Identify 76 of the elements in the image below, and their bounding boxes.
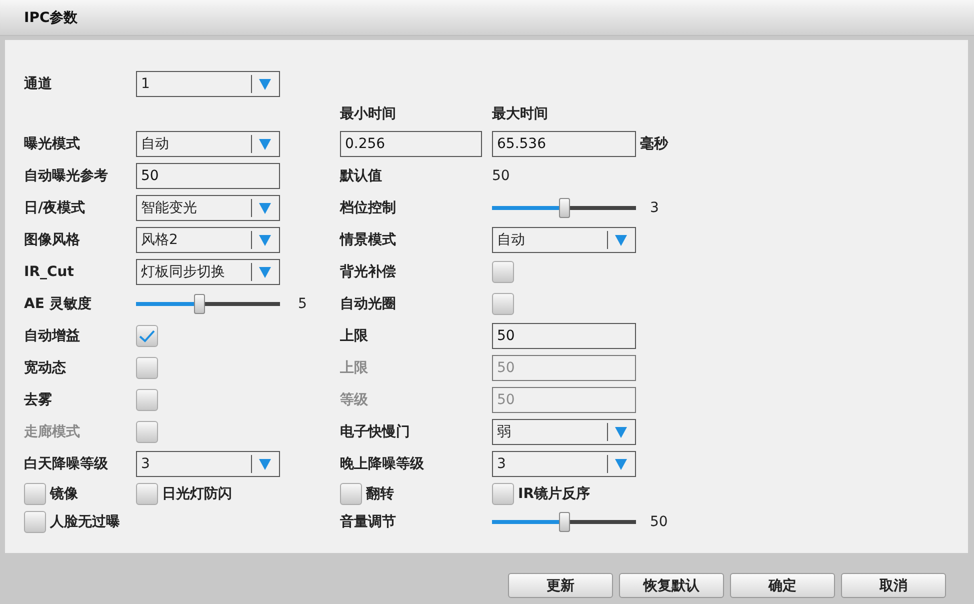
input-field[interactable]: 50 [136,163,280,189]
input-field[interactable]: 65.536 [492,131,636,157]
dropdown[interactable]: 风格2 [136,227,280,253]
checkbox[interactable] [492,261,514,283]
field-label: 电子快慢门 [340,423,411,441]
slider-thumb[interactable] [559,512,570,532]
field-label: 白天降噪等级 [24,455,109,473]
field-label: 走廊模式 [24,423,81,441]
slider-value: 50 [649,514,669,530]
column-header: 最大时间 [492,105,549,123]
input-field[interactable]: 0.256 [340,131,482,157]
field-label: 等级 [340,391,369,409]
field-label: AE 灵敏度 [24,295,92,313]
caret-icon [615,234,627,246]
field-label: 曝光模式 [24,135,81,153]
field-label: 自动光圈 [340,295,397,313]
field-label: 宽动态 [24,359,67,377]
caret-icon [615,426,627,438]
checkbox-label: 翻转 [366,485,394,503]
checkmark-icon [139,330,155,342]
dropdown[interactable]: 3 [492,451,636,477]
caret-icon [259,78,271,90]
dropdown[interactable]: 智能变光 [136,195,280,221]
field-label: 通道 [24,75,53,93]
field-label: 档位控制 [340,199,397,217]
action-button[interactable]: 恢复默认 [619,573,724,598]
slider-value: 3 [649,200,660,216]
input-field[interactable]: 50 [492,323,636,349]
field-label: 自动曝光参考 [24,167,109,185]
field-label: 情景模式 [340,231,397,249]
checkbox-label: 人脸无过曝 [50,513,120,531]
field-label: 上限 [340,359,369,377]
checkbox[interactable] [24,511,46,533]
field-label: 背光补偿 [340,263,397,281]
caret-icon [259,138,271,150]
field-label: 日/夜模式 [24,199,86,217]
checkbox-label: IR镜片反序 [518,485,590,503]
field-label: 图像风格 [24,231,81,249]
checkbox[interactable] [136,357,158,379]
column-header: 最小时间 [340,105,397,123]
checkbox[interactable] [492,293,514,315]
field-label: 默认值 [340,167,383,185]
slider-value: 5 [297,296,308,312]
caret-icon [259,202,271,214]
dropdown[interactable]: 1 [136,71,280,97]
caret-icon [259,234,271,246]
slider-thumb[interactable] [559,198,570,218]
default-value: 50 [492,168,511,184]
field-label: IR_Cut [24,264,75,280]
field-label: 晚上降噪等级 [340,455,425,473]
caret-icon [259,458,271,470]
checkbox[interactable] [340,483,362,505]
checkbox[interactable] [492,483,514,505]
field-label: 音量调节 [340,513,397,531]
caret-icon [259,266,271,278]
dropdown[interactable]: 自动 [136,131,280,157]
dropdown[interactable]: 3 [136,451,280,477]
checkbox[interactable] [24,483,46,505]
action-button[interactable]: 取消 [841,573,946,598]
checkbox-label: 日光灯防闪 [162,485,232,503]
checkbox[interactable] [136,389,158,411]
checkbox[interactable] [136,483,158,505]
slider-thumb[interactable] [194,294,206,314]
field-label: 去雾 [24,391,53,409]
unit-label: 毫秒 [639,135,670,153]
dropdown[interactable]: 自动 [492,227,636,253]
caret-icon [615,458,627,470]
checkbox-label: 镜像 [50,485,78,503]
field-label: 自动增益 [24,327,81,345]
checkbox[interactable] [136,325,158,347]
dropdown[interactable]: 灯板同步切换 [136,259,280,285]
dropdown[interactable]: 弱 [492,419,636,445]
field-label: 上限 [340,327,369,345]
action-button[interactable]: 更新 [508,573,613,598]
action-button[interactable]: 确定 [730,573,835,598]
window-title: IPC参数 [24,8,78,26]
